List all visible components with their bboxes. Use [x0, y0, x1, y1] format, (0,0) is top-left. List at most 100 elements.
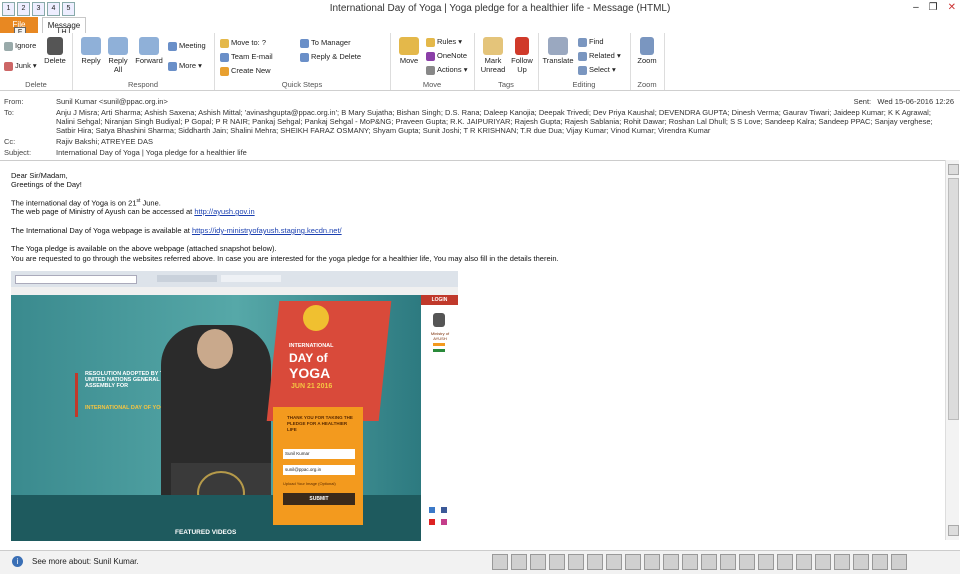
more-icon — [168, 61, 177, 71]
group-label: Delete — [25, 80, 47, 89]
magnifier-icon — [640, 37, 654, 55]
ignore-button[interactable]: Ignore — [4, 41, 36, 51]
delete-button[interactable]: Delete — [40, 35, 70, 65]
group-label: Quick Steps — [281, 80, 323, 89]
person-avatar-icon[interactable] — [663, 554, 679, 570]
subject-value: International Day of Yoga | Yoga pledge … — [56, 148, 247, 157]
person-avatar-icon[interactable] — [530, 554, 546, 570]
more-button[interactable]: More ▾ — [168, 61, 202, 71]
scroll-up-icon[interactable] — [948, 164, 959, 175]
quickstep-create-new[interactable]: Create New — [220, 66, 271, 76]
pledge-thank-you: THANK YOU FOR TAKING THE PLEDGE FOR A HE… — [287, 415, 353, 432]
pledge-upload-link[interactable]: Upload Your Image (Optional) — [283, 481, 359, 486]
person-avatar-icon[interactable] — [720, 554, 736, 570]
qat-previous-button[interactable]: 4 — [47, 2, 60, 16]
pledge-name-field[interactable]: Sunil Kumar — [283, 449, 355, 459]
to-value[interactable]: Anju J Misra; Arti Sharma; Ashish Saxena… — [56, 108, 946, 135]
reply-button[interactable]: Reply — [76, 35, 106, 65]
ayush-link[interactable]: http://ayush.gov.in — [194, 207, 254, 216]
delete-x-icon — [47, 37, 63, 55]
person-avatar-icon[interactable] — [625, 554, 641, 570]
see-more-about[interactable]: See more about: Sunil Kumar. — [32, 557, 139, 566]
zoom-button[interactable]: Zoom — [632, 35, 662, 65]
person-avatar-icon[interactable] — [872, 554, 888, 570]
mark-unread-button[interactable]: Mark Unread — [478, 35, 508, 74]
person-avatar-icon[interactable] — [891, 554, 907, 570]
person-avatar-icon[interactable] — [587, 554, 603, 570]
person-avatar-icon[interactable] — [568, 554, 584, 570]
quickstep-to-manager[interactable]: To Manager — [300, 38, 351, 48]
person-avatar-icon[interactable] — [644, 554, 660, 570]
pledge-submit-button[interactable]: SUBMIT — [283, 493, 355, 505]
person-avatar-icon[interactable] — [511, 554, 527, 570]
cursor-icon — [578, 65, 587, 75]
person-avatar-icon[interactable] — [853, 554, 869, 570]
group-delete: Ignore Junk ▾ Delete Delete — [0, 33, 73, 90]
minimize-icon[interactable]: – — [913, 2, 919, 13]
pledge-snapshot-image: RESOLUTION ADOPTED BY THE UNITED NATIONS… — [11, 271, 458, 541]
person-avatar-icon[interactable] — [549, 554, 565, 570]
quickstep-reply-delete[interactable]: Reply & Delete — [300, 52, 361, 62]
from-value[interactable]: Sunil Kumar <sunil@ppac.org.in> — [56, 97, 946, 106]
junk-button[interactable]: Junk ▾ — [4, 61, 37, 71]
greeting-2: Greetings of the Day! — [11, 180, 82, 189]
select-button[interactable]: Select ▾ — [578, 65, 616, 75]
related-button[interactable]: Related ▾ — [578, 51, 621, 61]
scroll-down-icon[interactable] — [948, 525, 959, 536]
person-avatar-icon[interactable] — [796, 554, 812, 570]
restore-icon[interactable]: ❐ — [929, 2, 938, 13]
youtube-icon[interactable] — [429, 519, 435, 525]
forward-arrow-icon — [300, 38, 309, 48]
facebook-icon[interactable] — [441, 507, 447, 513]
person-avatar-icon[interactable] — [606, 554, 622, 570]
person-avatar-icon[interactable] — [682, 554, 698, 570]
person-avatar-icon[interactable] — [834, 554, 850, 570]
twitter-icon[interactable] — [429, 507, 435, 513]
snapshot-login-button[interactable]: LOGIN — [421, 295, 458, 305]
meeting-icon — [168, 41, 177, 51]
message-body[interactable]: Dear Sir/Madam, Greetings of the Day! Th… — [0, 160, 945, 541]
find-button[interactable]: Find — [578, 37, 604, 47]
cc-value[interactable]: Rajiv Bakshi; ATREYEE DAS — [56, 137, 946, 146]
qat-undo-button[interactable]: 2 — [17, 2, 30, 16]
reply-all-button[interactable]: Reply All — [104, 35, 132, 74]
message-scrollbar[interactable] — [945, 160, 959, 540]
group-label: Move — [422, 80, 442, 89]
quickstep-move-to[interactable]: Move to: ? — [220, 38, 266, 48]
emblem-icon — [433, 313, 445, 327]
idy-line: The International Day of Yoga webpage is… — [11, 226, 342, 235]
info-icon: i — [12, 556, 23, 567]
rules-button[interactable]: Rules ▾ — [426, 37, 462, 47]
person-avatar-icon[interactable] — [777, 554, 793, 570]
pledge-email-field[interactable]: sunil@ppac.org.in — [283, 465, 355, 475]
qat-next-button[interactable]: 5 — [62, 2, 75, 16]
idy-banner-intl: INTERNATIONAL — [289, 343, 334, 349]
quickstep-team-email[interactable]: Team E-mail — [220, 52, 273, 62]
instagram-icon[interactable] — [441, 519, 447, 525]
group-quick-steps: Move to: ? Team E-mail Create New To Man… — [214, 33, 391, 90]
qat-redo-button[interactable]: 3 — [32, 2, 45, 16]
scroll-thumb[interactable] — [948, 178, 959, 420]
onenote-button[interactable]: OneNote — [426, 51, 467, 61]
actions-button[interactable]: Actions ▾ — [426, 65, 467, 75]
snapshot-browser-bar — [11, 271, 458, 295]
qat-save-button[interactable]: 1 — [2, 2, 15, 16]
group-tags: Mark Unread Follow Up Tags — [474, 33, 539, 90]
envelope-icon — [483, 37, 503, 55]
follow-up-button[interactable]: Follow Up — [507, 35, 537, 74]
translate-button[interactable]: Translate — [542, 35, 574, 65]
sent-value: Wed 15-06-2016 12:26 — [877, 97, 954, 106]
move-button[interactable]: Move — [394, 35, 424, 65]
forward-button[interactable]: Forward — [132, 35, 166, 65]
person-avatar-icon[interactable] — [701, 554, 717, 570]
ayush-line: The web page of Ministry of Ayush can be… — [11, 207, 255, 216]
group-respond: Reply Reply All Forward Meeting More ▾ R… — [72, 33, 215, 90]
person-avatar-icon[interactable] — [739, 554, 755, 570]
person-avatar-icon[interactable] — [815, 554, 831, 570]
idy-link[interactable]: https://idy-ministryofayush.staging.kecd… — [192, 226, 342, 235]
meeting-button[interactable]: Meeting — [168, 41, 206, 51]
close-icon[interactable]: ✕ — [948, 2, 956, 13]
people-avatars — [492, 554, 910, 570]
person-avatar-icon[interactable] — [492, 554, 508, 570]
person-avatar-icon[interactable] — [758, 554, 774, 570]
